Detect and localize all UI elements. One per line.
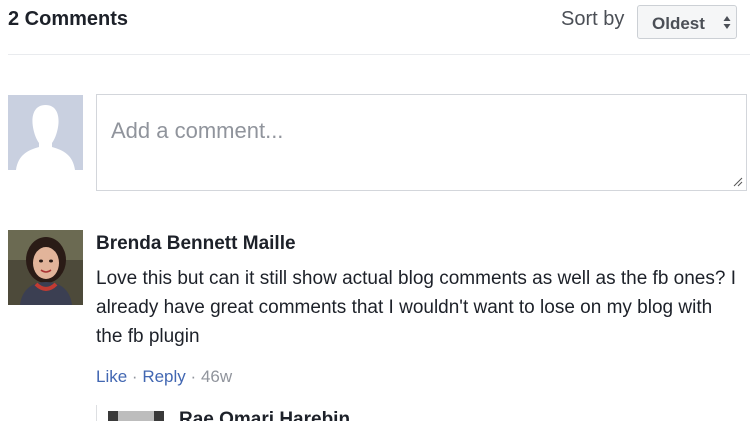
reply-link[interactable]: Reply — [142, 367, 185, 386]
sort-order-value: Oldest — [652, 14, 705, 33]
reply-thread-line — [96, 405, 97, 421]
comment-count: 2 Comments — [8, 8, 129, 30]
comment-actions: Like · Reply · 46w — [96, 367, 232, 387]
current-user-avatar — [8, 95, 83, 170]
commenter-photo — [8, 230, 83, 305]
reply-author-avatar[interactable] — [108, 411, 164, 421]
comment-input-placeholder: Add a comment... — [111, 118, 284, 143]
sort-by-label: Sort by — [561, 8, 625, 30]
reply-author-photo — [108, 411, 164, 421]
meta-separator: · — [131, 367, 138, 386]
comment-body: Love this but can it still show actual b… — [96, 268, 736, 347]
like-link[interactable]: Like — [96, 367, 127, 386]
reply-thread: Rae Omari Harebin — [96, 405, 750, 421]
comment-age[interactable]: 46w — [201, 367, 232, 386]
sort-updown-icon — [723, 16, 731, 29]
reply-author[interactable]: Rae Omari Harebin — [179, 409, 350, 421]
commenter-avatar[interactable] — [8, 230, 83, 305]
meta-separator: · — [190, 367, 197, 386]
comments-header: 2 Comments Sort by Oldest — [0, 0, 750, 55]
resize-grip-icon[interactable] — [731, 175, 743, 187]
header-divider — [8, 54, 750, 55]
default-person-icon — [8, 95, 83, 170]
comment-author[interactable]: Brenda Bennett Maille — [96, 233, 296, 255]
sort-order-select[interactable]: Oldest — [637, 5, 737, 39]
comment-input[interactable]: Add a comment... — [96, 94, 747, 191]
